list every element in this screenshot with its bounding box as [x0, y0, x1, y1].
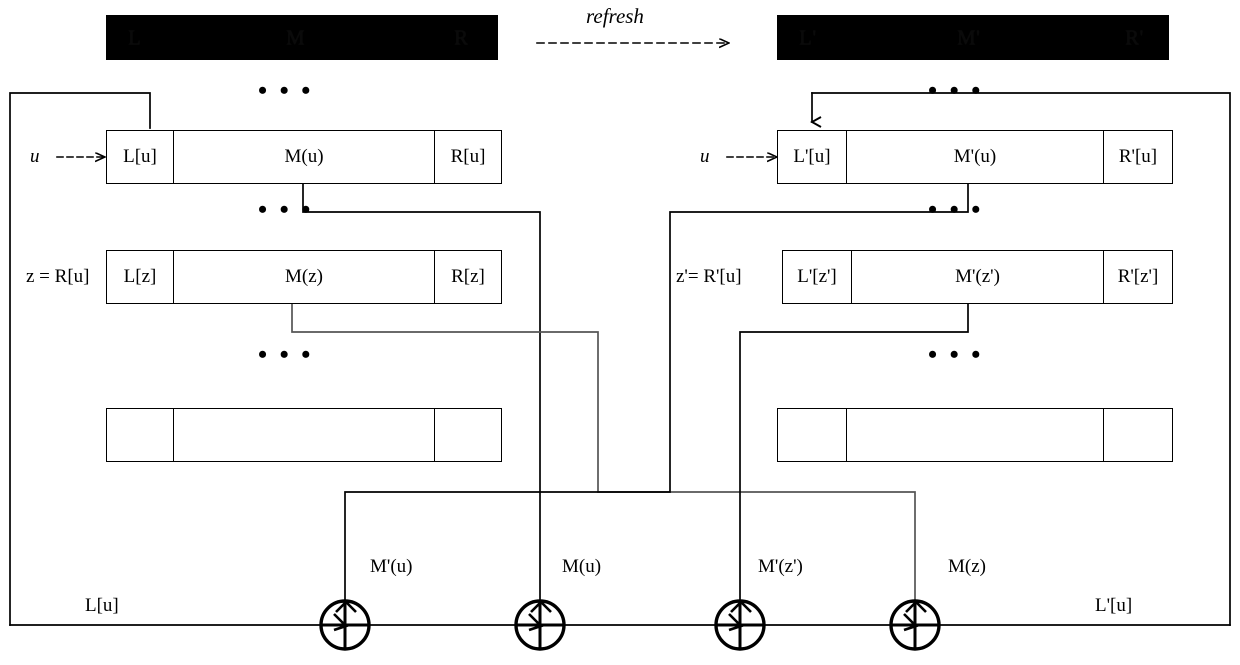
right-row2-cell-L: L'[z'] — [797, 266, 837, 287]
ellipsis-right-mid: • • • — [928, 195, 984, 224]
xor-gate-3-glyph — [714, 599, 766, 651]
right-row1-cell-L: L'[u] — [793, 146, 831, 167]
left-row3-cell-R — [435, 409, 501, 461]
right-row3-cell-M — [846, 409, 1104, 461]
xor-gate-2-glyph — [514, 599, 566, 651]
left-row2-cell-L: L[z] — [123, 266, 157, 287]
xor-gate-1-glyph — [319, 599, 371, 651]
xor-input-label: L[u] — [85, 595, 119, 616]
left-row-2[interactable]: L[z] M(z) R[z] — [106, 250, 502, 304]
xor-output-label: L'[u] — [1095, 595, 1133, 616]
left-row1-cell-L: L[u] — [123, 146, 157, 167]
right-row2-cell-R: R'[z'] — [1117, 266, 1159, 287]
xor-gate-4-label: M(z) — [948, 556, 986, 577]
wire-layer — [9, 0, 1231, 651]
right-row1-input-label: u — [700, 146, 710, 167]
right-row2-side-label: z'= R'[u] — [676, 266, 742, 287]
right-row3-cell-L — [778, 409, 846, 461]
left-row3-cell-L — [107, 409, 173, 461]
left-header-L: L — [128, 25, 142, 49]
right-header-M: M' — [957, 25, 981, 49]
right-row-2[interactable]: L'[z'] M'(z') R'[z'] — [782, 250, 1173, 304]
right-row-3-empty[interactable] — [777, 408, 1173, 462]
right-header-bar: L' M' R' — [777, 15, 1169, 60]
right-row-1[interactable]: L'[u] M'(u) R'[u] — [777, 130, 1173, 184]
refresh-label: refresh — [586, 4, 644, 28]
diagram-canvas: L M R L' M' R' refresh • • • • • • • • •… — [0, 0, 1240, 665]
tap-Mp-u-to-xor1 — [344, 181, 969, 611]
xor-gate-3-label: M'(z') — [758, 556, 803, 577]
left-header-M: M — [286, 25, 306, 49]
left-row2-cell-R: R[z] — [451, 266, 485, 287]
left-row2-side-label: z = R[u] — [26, 266, 90, 287]
xor-gates — [319, 599, 941, 651]
ellipsis-left-top: • • • — [258, 76, 314, 105]
right-header-L: L' — [799, 25, 817, 49]
ellipsis-left-mid: • • • — [258, 195, 314, 224]
left-row-3-empty[interactable] — [106, 408, 502, 462]
ellipsis-right-low: • • • — [928, 340, 984, 369]
tap-M-u-to-xor2 — [302, 181, 541, 611]
right-row1-cell-M: M'(u) — [846, 131, 1104, 183]
left-row2-cell-M: M(z) — [173, 251, 435, 303]
left-row-1[interactable]: L[u] M(u) R[u] — [106, 130, 502, 184]
left-row1-cell-M: M(u) — [173, 131, 435, 183]
xor-gate-2-label: M(u) — [562, 556, 602, 577]
left-header-R: R — [454, 25, 469, 49]
left-row1-input-label: u — [30, 146, 40, 167]
xor-gate-1-label: M'(u) — [370, 556, 413, 577]
left-row3-cell-M — [173, 409, 435, 461]
right-row1-cell-R: R'[u] — [1118, 146, 1158, 167]
xor-gate-4-glyph — [889, 599, 941, 651]
left-header-bar: L M R — [106, 15, 498, 60]
ellipsis-left-low: • • • — [258, 340, 314, 369]
left-row1-cell-R: R[u] — [450, 146, 486, 167]
ellipsis-right-top: • • • — [928, 76, 984, 105]
right-header-R: R' — [1125, 25, 1144, 49]
right-row3-cell-R — [1104, 409, 1172, 461]
right-row2-cell-M: M'(z') — [851, 251, 1104, 303]
